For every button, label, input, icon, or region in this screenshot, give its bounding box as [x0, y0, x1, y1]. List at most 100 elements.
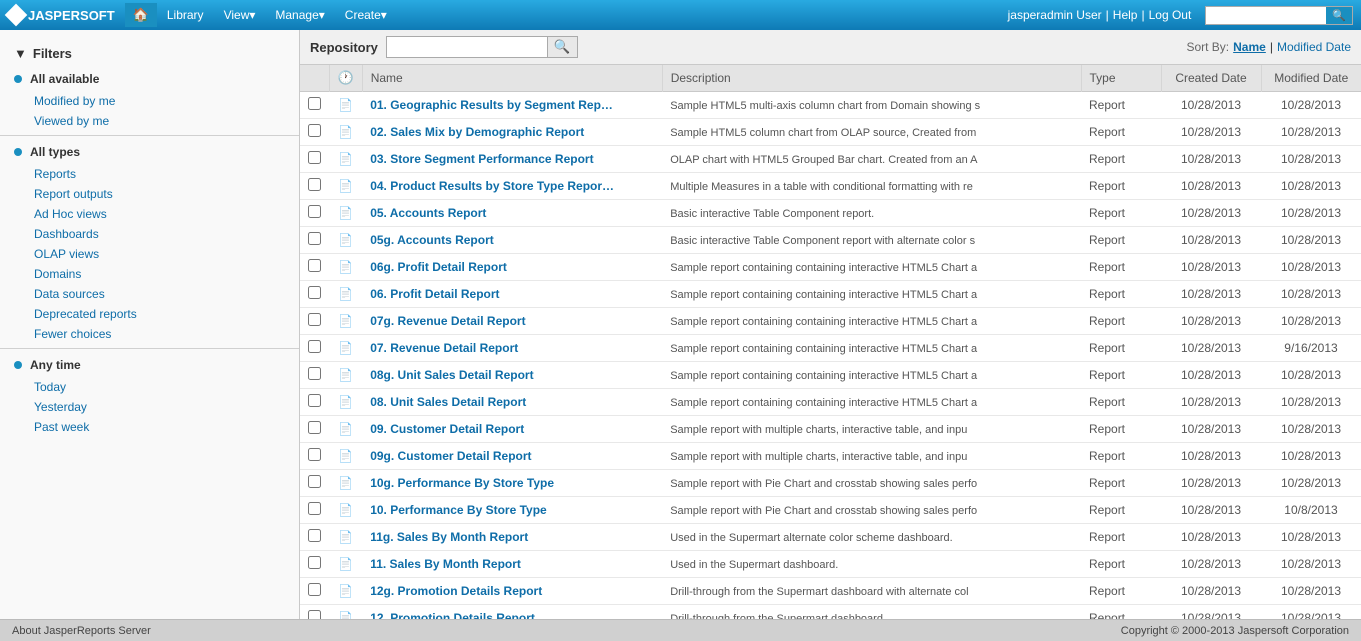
report-name-link[interactable]: 04. Product Results by Store Type Repor…: [370, 179, 614, 193]
report-name-link[interactable]: 12g. Promotion Details Report: [370, 584, 542, 598]
repo-search-input[interactable]: [387, 39, 547, 55]
row-checkbox-cell[interactable]: [300, 335, 329, 362]
row-checkbox-cell[interactable]: [300, 146, 329, 173]
report-name-link[interactable]: 05g. Accounts Report: [370, 233, 494, 247]
row-checkbox-cell[interactable]: [300, 227, 329, 254]
row-checkbox[interactable]: [308, 232, 321, 245]
row-checkbox-cell[interactable]: [300, 200, 329, 227]
sort-separator: |: [1270, 40, 1273, 54]
row-checkbox-cell[interactable]: [300, 119, 329, 146]
fewer-choices[interactable]: Fewer choices: [0, 324, 299, 344]
nav-create[interactable]: Create▾: [335, 4, 397, 26]
row-checkbox-cell[interactable]: [300, 362, 329, 389]
row-checkbox-cell[interactable]: [300, 416, 329, 443]
row-checkbox[interactable]: [308, 556, 321, 569]
repo-search-box[interactable]: 🔍: [386, 36, 578, 58]
type-olap[interactable]: OLAP views: [0, 244, 299, 264]
report-name-link[interactable]: 06. Profit Detail Report: [370, 287, 499, 301]
row-checkbox-cell[interactable]: [300, 92, 329, 119]
row-checkbox[interactable]: [308, 151, 321, 164]
row-checkbox[interactable]: [308, 502, 321, 515]
report-name-link[interactable]: 09. Customer Detail Report: [370, 422, 524, 436]
home-nav-item[interactable]: 🏠: [125, 3, 157, 27]
nav-search[interactable]: 🔍: [1205, 6, 1353, 25]
time-pastweek[interactable]: Past week: [0, 417, 299, 437]
time-yesterday[interactable]: Yesterday: [0, 397, 299, 417]
footer-left[interactable]: About JasperReports Server: [12, 625, 151, 637]
report-name-link[interactable]: 05. Accounts Report: [370, 206, 486, 220]
sort-modified[interactable]: Modified Date: [1277, 40, 1351, 54]
time-any[interactable]: Any time: [0, 353, 299, 377]
row-checkbox-cell[interactable]: [300, 308, 329, 335]
row-checkbox[interactable]: [308, 259, 321, 272]
row-checkbox-cell[interactable]: [300, 389, 329, 416]
nav-search-input[interactable]: [1206, 7, 1326, 23]
repo-search-button[interactable]: 🔍: [547, 37, 577, 57]
row-desc-cell: Sample report containing containing inte…: [662, 281, 1081, 308]
row-checkbox[interactable]: [308, 286, 321, 299]
row-checkbox-cell[interactable]: [300, 173, 329, 200]
nav-library[interactable]: Library: [157, 4, 214, 26]
row-checkbox[interactable]: [308, 97, 321, 110]
nav-logout[interactable]: Log Out: [1149, 8, 1192, 22]
type-datasources[interactable]: Data sources: [0, 284, 299, 304]
row-checkbox[interactable]: [308, 313, 321, 326]
row-checkbox[interactable]: [308, 205, 321, 218]
row-checkbox[interactable]: [308, 178, 321, 191]
row-checkbox-cell[interactable]: [300, 605, 329, 620]
availability-modified[interactable]: Modified by me: [0, 91, 299, 111]
report-name-link[interactable]: 07g. Revenue Detail Report: [370, 314, 525, 328]
row-created-cell: 10/28/2013: [1161, 551, 1261, 578]
sort-name[interactable]: Name: [1233, 40, 1266, 54]
report-name-link[interactable]: 02. Sales Mix by Demographic Report: [370, 125, 584, 139]
repo-header: Repository 🔍 Sort By: Name | Modified Da…: [300, 30, 1361, 65]
nav-help[interactable]: Help: [1113, 8, 1138, 22]
row-checkbox[interactable]: [308, 394, 321, 407]
row-checkbox-cell[interactable]: [300, 551, 329, 578]
row-checkbox-cell[interactable]: [300, 524, 329, 551]
availability-viewed[interactable]: Viewed by me: [0, 111, 299, 131]
type-adhoc[interactable]: Ad Hoc views: [0, 204, 299, 224]
row-checkbox-cell[interactable]: [300, 578, 329, 605]
report-name-link[interactable]: 10. Performance By Store Type: [370, 503, 547, 517]
report-name-link[interactable]: 10g. Performance By Store Type: [370, 476, 554, 490]
type-deprecated[interactable]: Deprecated reports: [0, 304, 299, 324]
time-today[interactable]: Today: [0, 377, 299, 397]
row-checkbox[interactable]: [308, 529, 321, 542]
report-name-link[interactable]: 12. Promotion Details Report: [370, 611, 535, 619]
type-domains[interactable]: Domains: [0, 264, 299, 284]
nav-view[interactable]: View▾: [214, 4, 266, 26]
row-checkbox-cell[interactable]: [300, 497, 329, 524]
report-name-link[interactable]: 07. Revenue Detail Report: [370, 341, 518, 355]
report-name-link[interactable]: 03. Store Segment Performance Report: [370, 152, 593, 166]
report-description: Sample HTML5 column chart from OLAP sour…: [670, 127, 976, 139]
row-checkbox[interactable]: [308, 340, 321, 353]
row-checkbox-cell[interactable]: [300, 443, 329, 470]
nav-search-button[interactable]: 🔍: [1326, 7, 1352, 24]
type-dashboards[interactable]: Dashboards: [0, 224, 299, 244]
nav-manage[interactable]: Manage▾: [265, 4, 334, 26]
row-checkbox[interactable]: [308, 475, 321, 488]
report-name-link[interactable]: 06g. Profit Detail Report: [370, 260, 507, 274]
report-name-link[interactable]: 11g. Sales By Month Report: [370, 530, 528, 544]
row-checkbox-cell[interactable]: [300, 281, 329, 308]
availability-all[interactable]: All available: [0, 67, 299, 91]
types-all[interactable]: All types: [0, 140, 299, 164]
report-name-link[interactable]: 08g. Unit Sales Detail Report: [370, 368, 533, 382]
row-created-cell: 10/28/2013: [1161, 254, 1261, 281]
row-checkbox[interactable]: [308, 448, 321, 461]
row-checkbox[interactable]: [308, 583, 321, 596]
row-checkbox-cell[interactable]: [300, 254, 329, 281]
row-checkbox[interactable]: [308, 367, 321, 380]
report-name-link[interactable]: 08. Unit Sales Detail Report: [370, 395, 526, 409]
type-reports[interactable]: Reports: [0, 164, 299, 184]
report-name-link[interactable]: 11. Sales By Month Report: [370, 557, 521, 571]
row-checkbox[interactable]: [308, 124, 321, 137]
report-name-link[interactable]: 01. Geographic Results by Segment Rep…: [370, 98, 613, 112]
row-checkbox-cell[interactable]: [300, 470, 329, 497]
report-name-link[interactable]: 09g. Customer Detail Report: [370, 449, 531, 463]
row-checkbox[interactable]: [308, 610, 321, 619]
report-created-date: 10/28/2013: [1181, 476, 1241, 490]
type-report-outputs[interactable]: Report outputs: [0, 184, 299, 204]
row-checkbox[interactable]: [308, 421, 321, 434]
